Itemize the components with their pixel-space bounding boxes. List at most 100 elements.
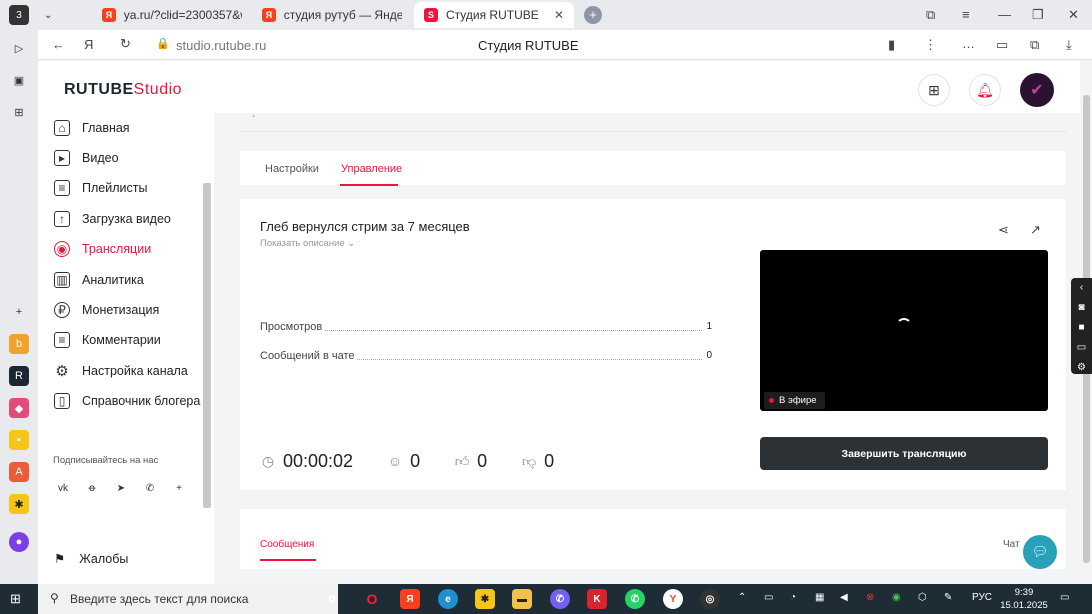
panel-app-3-icon[interactable]: ◆ xyxy=(9,398,29,418)
minimize-icon[interactable]: — xyxy=(998,7,1011,22)
panel-tabs-icon[interactable]: 3 xyxy=(9,5,29,25)
tray-app-4-icon[interactable]: ⬡ xyxy=(918,592,927,603)
tab-chat[interactable]: Чат xyxy=(1003,539,1020,550)
tab-yandex-1[interactable]: Я ya.ru/?clid=2300357&win xyxy=(92,2,252,28)
sidebar-item-complaints[interactable]: ⚑ Жалобы xyxy=(54,551,128,567)
panel-app-4-icon[interactable]: ▪ xyxy=(9,430,29,450)
file-explorer-icon[interactable]: ▬ xyxy=(512,589,532,609)
reload-icon[interactable]: ↻ xyxy=(120,36,131,52)
avatar[interactable]: ✔ xyxy=(1020,73,1054,107)
viber-app-icon[interactable]: ✆ xyxy=(550,589,570,609)
opera-icon[interactable]: O xyxy=(362,589,382,609)
task-view-icon[interactable]: ⧉ xyxy=(322,589,342,609)
extensions-icon[interactable]: ⧉ xyxy=(1030,37,1039,53)
notifications-button[interactable]: 🔔︎ xyxy=(969,74,1001,106)
tray-volume-icon[interactable]: ◀ xyxy=(840,592,848,603)
add-content-button[interactable]: ⊞ xyxy=(918,74,950,106)
broadcast-icon: ◉ xyxy=(54,241,70,257)
menu-icon[interactable]: ≡ xyxy=(962,7,970,22)
external-link-icon[interactable]: ↗ xyxy=(1030,222,1041,238)
tray-app-2-icon[interactable]: ⊗ xyxy=(866,592,874,603)
more-social-icon[interactable]: + xyxy=(168,477,190,499)
panel-play-icon[interactable]: ▷ xyxy=(9,38,29,58)
yandex-browser-icon[interactable]: Я xyxy=(400,589,420,609)
obs-icon[interactable]: ◎ xyxy=(700,589,720,609)
video-camera-icon[interactable]: ■ xyxy=(1071,318,1092,338)
camera-icon[interactable]: ◙ xyxy=(1071,298,1092,318)
yandex-favicon-icon: Я xyxy=(262,8,276,22)
tab-management[interactable]: Управление xyxy=(341,163,402,175)
sidebar-scrollbar[interactable] xyxy=(203,183,211,508)
language-indicator[interactable]: РУС xyxy=(972,592,992,603)
tab-label: студия рутуб — Яндекс:н xyxy=(283,8,402,22)
app-yellow-icon[interactable]: ✱ xyxy=(475,589,495,609)
telegram-icon[interactable]: ➤ xyxy=(110,477,132,499)
yandex-favicon-icon: Я xyxy=(102,8,116,22)
panel-app-5-icon[interactable]: A xyxy=(9,462,29,482)
close-icon[interactable]: ✕ xyxy=(554,8,564,22)
panel-app-2-icon[interactable]: R xyxy=(9,366,29,386)
panel-image-icon[interactable]: ▣ xyxy=(9,70,29,90)
rutube-studio-logo[interactable]: RUTUBEStudio xyxy=(64,81,182,99)
yandex-app-icon[interactable]: Y xyxy=(663,589,683,609)
tray-app-3-icon[interactable]: ◉ xyxy=(892,592,901,603)
tray-app-1-icon[interactable]: ▦ xyxy=(815,592,824,603)
tray-chevron-icon[interactable]: ⌃ xyxy=(738,592,746,603)
yandex-icon[interactable]: Я xyxy=(84,37,93,52)
tray-battery-icon[interactable]: ▭ xyxy=(764,592,773,603)
tools-expand-icon[interactable]: ‹ xyxy=(1071,278,1092,298)
sidebar-item-upload[interactable]: ↑ Загрузка видео xyxy=(54,208,171,230)
system-clock[interactable]: 9:39 15.01.2025 xyxy=(998,586,1050,612)
kaspersky-icon[interactable]: K xyxy=(587,589,607,609)
show-description-link[interactable]: Показать описание ⌄ xyxy=(260,238,355,249)
play-icon: ▸ xyxy=(54,150,70,166)
panel-app-6-icon[interactable]: ✱ xyxy=(9,494,29,514)
tray-wifi-icon[interactable]: ◔ xyxy=(790,592,796,603)
plus-icon: + xyxy=(584,6,602,24)
sidebar-item-home[interactable]: ⌂ Главная xyxy=(54,117,130,139)
new-tab-button[interactable]: + xyxy=(580,2,606,28)
restore-icon[interactable]: ❐ xyxy=(1032,7,1044,23)
support-chat-button[interactable]: 💬︎ xyxy=(1023,535,1057,569)
panel-add-icon[interactable]: + xyxy=(9,302,29,322)
sidebar-item-broadcasts[interactable]: ◉ Трансляции xyxy=(54,238,151,260)
tray-pen-icon[interactable]: ✎ xyxy=(944,592,952,603)
notifications-icon[interactable]: ▭ xyxy=(1060,592,1069,603)
tab-rutube-studio[interactable]: S Студия RUTUBE ✕ xyxy=(414,2,574,28)
window-icon[interactable]: ▭ xyxy=(1071,338,1092,358)
panel-app-1-icon[interactable]: b xyxy=(9,334,29,354)
url-field[interactable]: studio.rutube.ru xyxy=(176,38,266,53)
end-broadcast-button[interactable]: Завершить трансляцию xyxy=(760,437,1048,470)
sidebar-item-channel-settings[interactable]: ⚙ Настройка канала xyxy=(54,360,188,382)
live-badge: В эфире xyxy=(764,392,825,409)
sidebar-item-playlists[interactable]: ≡ Плейлисты xyxy=(54,177,147,199)
back-icon[interactable]: ← xyxy=(52,37,65,52)
panel-grid-icon[interactable]: ⊞ xyxy=(9,102,29,122)
taskbar-search[interactable]: ⚲ Введите здесь текст для поиска xyxy=(38,584,338,614)
panel-alice-icon[interactable]: ● xyxy=(9,532,29,552)
windows-start-icon[interactable]: ⊞ xyxy=(10,591,21,607)
duration-metric: ◷ 00:00:02 xyxy=(260,451,353,472)
video-preview[interactable]: В эфире xyxy=(760,250,1048,411)
download-icon[interactable]: ⤓ xyxy=(1066,37,1072,53)
edge-icon[interactable]: e xyxy=(438,589,458,609)
sidebar-item-monetization[interactable]: ₽ Монетизация xyxy=(54,299,159,321)
sidebar-item-blogger-guide[interactable]: ▯ Справочник блогера xyxy=(54,390,200,412)
vk-icon[interactable]: vk xyxy=(52,477,74,499)
tab-yandex-2[interactable]: Я студия рутуб — Яндекс:н xyxy=(252,2,412,28)
whatsapp-icon[interactable]: ✆ xyxy=(625,589,645,609)
tab-settings[interactable]: Настройки xyxy=(265,163,319,175)
settings-gear-icon[interactable]: ⚙ xyxy=(1071,358,1092,378)
sidebar-item-video[interactable]: ▸ Видео xyxy=(54,147,119,169)
window-close-icon[interactable]: ✕ xyxy=(1068,7,1079,23)
tab-messages[interactable]: Сообщения xyxy=(260,539,314,550)
share-icon[interactable]: ⋖ xyxy=(998,222,1009,238)
viber-icon[interactable]: ✆ xyxy=(139,477,161,499)
sidebar-item-analytics[interactable]: ▥ Аналитика xyxy=(54,269,144,291)
sidebar-item-comments[interactable]: ≡ Комментарии xyxy=(54,329,161,351)
ok-icon[interactable]: ꝋ xyxy=(81,477,103,499)
more-icon[interactable]: ⋮ xyxy=(924,37,937,53)
bookmark-icon[interactable]: ▮ xyxy=(888,37,895,53)
ellipsis-icon[interactable]: … xyxy=(962,36,975,51)
bookmarks-icon[interactable]: ⧉ xyxy=(926,7,935,23)
